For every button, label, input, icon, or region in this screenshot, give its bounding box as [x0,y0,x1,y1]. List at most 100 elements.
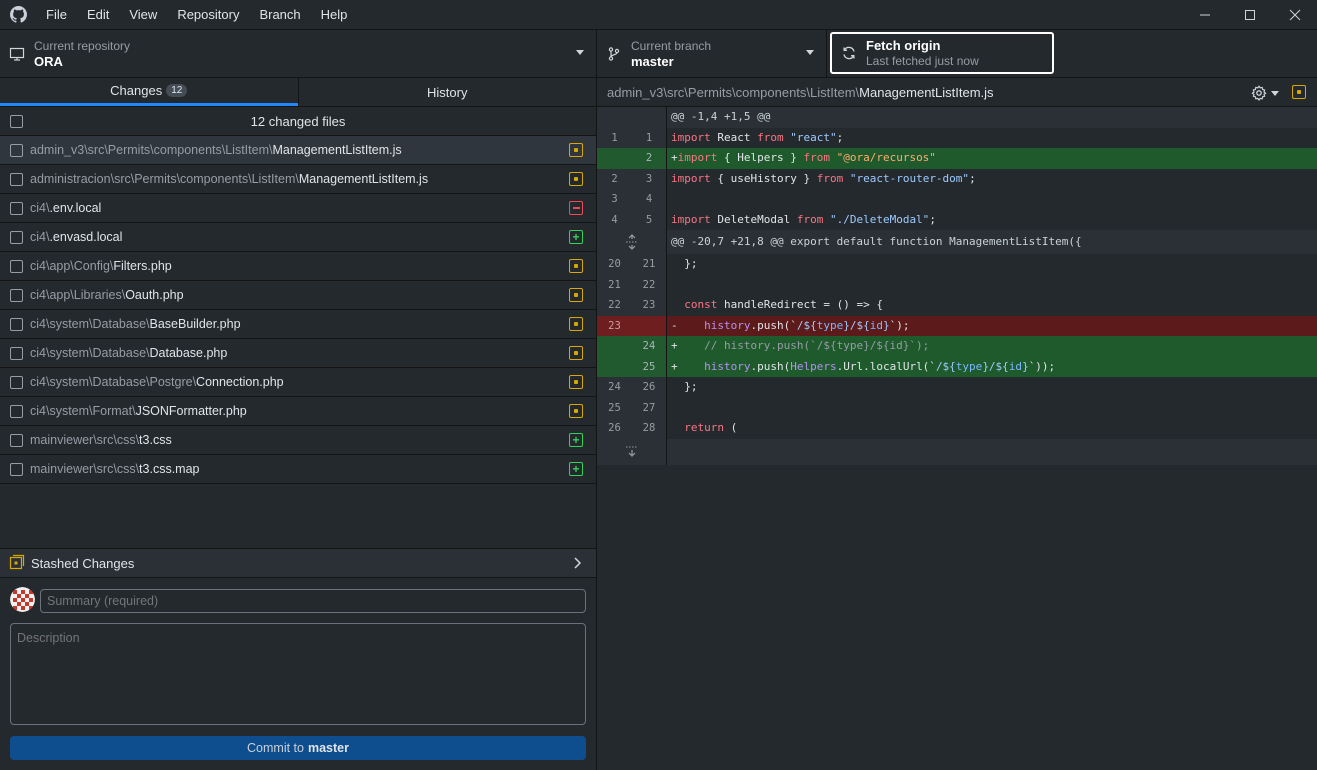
stashed-changes-button[interactable]: Stashed Changes [0,548,596,578]
menu-view[interactable]: View [119,0,167,29]
diff-file-dir: admin_v3\src\Permits\components\ListItem… [607,84,860,100]
file-row[interactable]: ci4\app\Libraries\Oauth.php [0,281,596,310]
file-checkbox[interactable] [10,433,23,447]
file-path: mainviewer\src\css\t3.css.map [30,462,199,476]
menu-file[interactable]: File [36,0,77,29]
file-row[interactable]: mainviewer\src\css\t3.css + [0,426,596,455]
file-checkbox[interactable] [10,404,23,418]
diff-line-context[interactable]: 34 [597,189,1317,210]
code-token: { useHistory } [710,171,817,185]
file-checkbox[interactable] [10,172,23,186]
file-checkbox[interactable] [10,288,23,302]
added-status-icon: + [569,230,583,244]
file-row[interactable]: mainviewer\src\css\t3.css.map + [0,455,596,484]
menu-help[interactable]: Help [311,0,358,29]
file-row[interactable]: admin_v3\src\Permits\components\ListItem… [0,136,596,165]
added-status-icon: + [569,433,583,447]
avatar [10,587,35,612]
diff-line-context[interactable]: 22 23 const handleRedirect = () => { [597,295,1317,316]
modified-status-icon [569,346,583,360]
diff-line-context[interactable]: 2 3 import { useHistory } from "react-rout… [597,168,1317,189]
file-path: ci4\system\Database\Database.php [30,346,227,360]
new-line-number: 22 [632,274,667,295]
commit-button-branch: master [307,741,349,755]
added-status-icon: + [569,462,583,476]
diff-settings-button[interactable] [1251,85,1279,101]
diff-line-context[interactable]: 24 26 }; [597,377,1317,398]
file-checkbox[interactable] [10,317,23,331]
menu-repository[interactable]: Repository [167,0,249,29]
diff-line-added[interactable]: 24 + // history.push(`/${type}/${id}`); [597,336,1317,357]
code-token: const [684,298,718,311]
file-row[interactable]: ci4\.env.local [0,194,596,223]
code-token: "react-router-dom" [849,171,970,185]
file-dir: ci4\system\Database\ [30,346,150,360]
description-input[interactable] [10,623,586,725]
file-dir: ci4\ [30,201,50,215]
tab-history[interactable]: History [297,78,597,106]
diff-pane: admin_v3\src\Permits\components\ListItem… [597,78,1317,770]
expand-down-icon[interactable] [597,438,667,465]
tab-changes[interactable]: Changes 12 [0,78,298,106]
file-name: .env.local [49,201,102,215]
diff-line-added[interactable]: 2 +import { Helpers } from "@ora/recursos… [597,148,1317,169]
file-row[interactable]: ci4\system\Database\Database.php [0,339,596,368]
file-checkbox[interactable] [10,375,23,389]
code-token: + [671,359,705,373]
code-token: history [704,359,751,373]
select-all-checkbox[interactable] [10,115,23,128]
diff-line-context[interactable]: 20 21 }; [597,254,1317,275]
file-checkbox[interactable] [10,143,23,157]
menu-branch[interactable]: Branch [249,0,310,29]
window-controls [1182,0,1317,29]
current-repository-button[interactable]: Current repository ORA [0,30,597,78]
file-checkbox[interactable] [10,462,23,476]
file-row[interactable]: ci4\app\Config\Filters.php [0,252,596,281]
file-dir: mainviewer\src\css\ [30,462,140,476]
code-token: // history.push(`/${type}/${id}`); [704,339,930,352]
old-line-number [597,148,632,169]
code-token: type [816,318,844,332]
file-row[interactable]: ci4\.envasd.local + [0,223,596,252]
diff-line-context[interactable]: 4 5 import DeleteModal from "./DeleteModal… [597,209,1317,230]
code-token: }; [671,257,698,270]
old-line-number: 3 [597,189,632,210]
file-row[interactable]: ci4\system\Database\Postgre\Connection.p… [0,368,596,397]
fetch-origin-button[interactable]: Fetch origin Last fetched just now [830,32,1054,74]
code-token: }; [671,380,698,393]
summary-input[interactable] [40,589,586,613]
changed-files-list: admin_v3\src\Permits\components\ListItem… [0,136,596,484]
file-checkbox[interactable] [10,230,23,244]
close-button[interactable] [1272,0,1317,29]
minimize-button[interactable] [1182,0,1227,29]
new-line-number: 26 [632,377,667,398]
file-row[interactable]: ci4\system\Database\BaseBuilder.php [0,310,596,339]
menu-edit[interactable]: Edit [77,0,119,29]
file-checkbox[interactable] [10,259,23,273]
code-token: "@ora/recursos" [836,151,936,164]
file-name: .envasd.local [49,230,123,244]
code-token: from [816,171,844,185]
deleted-status-icon [569,201,583,215]
expand-icon[interactable] [597,230,667,254]
last-fetched-label: Last fetched just now [866,53,979,68]
file-row[interactable]: administracion\src\Permits\components\Li… [0,165,596,194]
current-branch-button[interactable]: Current branch master [597,30,827,78]
file-checkbox[interactable] [10,346,23,360]
old-line-number: 22 [597,295,632,316]
code-text: }; [667,377,1317,398]
expand-down-row [597,438,1317,465]
diff-line-context[interactable]: 1 1 import React from "react"; [597,127,1317,148]
commit-button[interactable]: Commit to master [10,736,586,760]
diff-line-removed[interactable]: 23 - history.push(`/${type}/${id}`); [597,315,1317,336]
file-row[interactable]: ci4\system\Format\JSONFormatter.php [0,397,596,426]
diff-line-added[interactable]: 25 + history.push(Helpers.Url.localUrl(`/… [597,356,1317,377]
diff-line-context[interactable]: 21 22 [597,274,1317,295]
code-token: + [671,151,678,164]
maximize-button[interactable] [1227,0,1272,29]
file-checkbox[interactable] [10,201,23,215]
diff-line-context[interactable]: 26 28 return ( [597,418,1317,439]
sidebar-tabs: Changes 12 History [0,78,596,107]
diff-line-context[interactable]: 25 27 [597,397,1317,418]
